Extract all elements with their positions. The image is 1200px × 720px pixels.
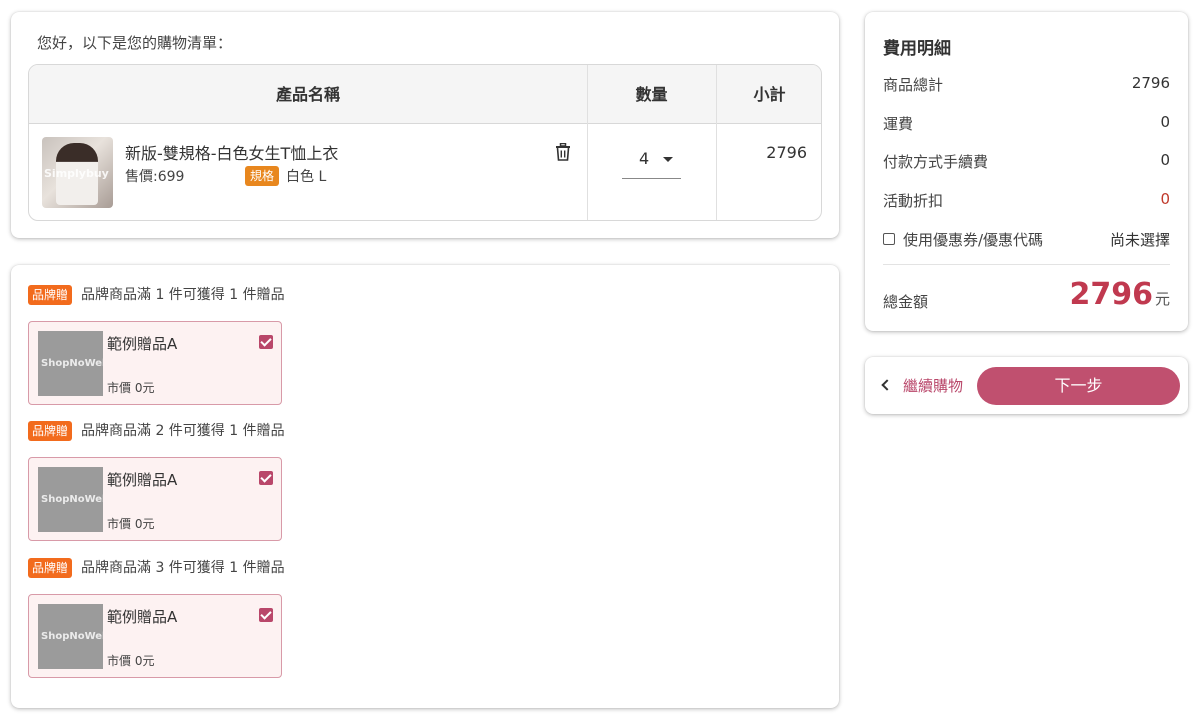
gift-market-price: 市價 0元 — [107, 654, 155, 668]
product-price: 售價:699 — [125, 169, 185, 185]
fee-label: 商品總計 — [883, 76, 944, 94]
cart-table: 產品名稱 數量 小計 Simplybuy 新版-雙規格-白色女生T恤上衣 售價:… — [28, 64, 822, 221]
item-subtotal: 2796 — [766, 143, 807, 162]
gift-image: ShopNoWeb — [38, 467, 103, 532]
fee-value: 0 — [1160, 151, 1170, 169]
gift-name: 範例贈品A — [107, 335, 178, 353]
cart-table-header: 產品名稱 數量 小計 — [29, 65, 821, 124]
gift-market-price: 市價 0元 — [107, 517, 155, 531]
fee-row-discount: 活動折扣 0 — [883, 190, 1170, 212]
fee-label: 活動折扣 — [883, 192, 944, 210]
gift-market-price: 市價 0元 — [107, 381, 155, 395]
gift-checkbox[interactable] — [259, 471, 273, 485]
spec-badge: 規格 — [245, 166, 280, 186]
fee-label: 運費 — [883, 115, 914, 133]
gift-item[interactable]: ShopNoWeb 範例贈品A 市價 0元 — [28, 321, 282, 405]
column-header-subtotal: 小計 — [753, 85, 786, 104]
cart-greeting: 您好，以下是您的購物清單： — [37, 34, 233, 52]
column-divider — [716, 65, 717, 220]
brand-gift-badge: 品牌贈 — [28, 558, 73, 578]
fee-label: 付款方式手續費 — [883, 153, 989, 171]
fee-value: 0 — [1160, 113, 1170, 131]
coupon-row[interactable]: 使用優惠券/優惠代碼 尚未選擇 — [883, 229, 1170, 251]
fee-summary-title: 費用明細 — [883, 39, 951, 59]
gift-name: 範例贈品A — [107, 471, 178, 489]
fee-row-product-total: 商品總計 2796 — [883, 74, 1170, 96]
summary-divider — [883, 264, 1170, 265]
coupon-status: 尚未選擇 — [1109, 231, 1170, 249]
gift-checkbox[interactable] — [259, 608, 273, 622]
column-header-name: 產品名稱 — [275, 85, 340, 104]
gift-card: 品牌贈 品牌商品滿 1 件可獲得 1 件贈品 ShopNoWeb 範例贈品A 市… — [11, 265, 839, 708]
coupon-checkbox[interactable] — [883, 233, 895, 245]
gift-checkbox[interactable] — [259, 335, 273, 349]
gift-image-watermark: ShopNoWeb — [41, 358, 103, 369]
fee-summary-card: 費用明細 商品總計 2796 運費 0 付款方式手續費 0 活動折扣 0 使用優… — [865, 12, 1188, 331]
total-unit: 元 — [1154, 290, 1170, 308]
fee-value: 0 — [1160, 190, 1170, 208]
gift-image-watermark: ShopNoWeb — [41, 494, 103, 505]
product-name[interactable]: 新版-雙規格-白色女生T恤上衣 — [125, 140, 338, 164]
quantity-select[interactable]: 4 — [622, 147, 681, 179]
gift-name: 範例贈品A — [107, 608, 178, 626]
total-value: 2796 — [1069, 277, 1153, 312]
checkout-actions-card: 繼續購物 下一步 — [865, 357, 1188, 414]
gift-rule: 品牌商品滿 3 件可獲得 1 件贈品 — [81, 560, 285, 576]
gift-item[interactable]: ShopNoWeb 範例贈品A 市價 0元 — [28, 594, 282, 678]
fee-row-payment-fee: 付款方式手續費 0 — [883, 151, 1170, 173]
gift-item[interactable]: ShopNoWeb 範例贈品A 市價 0元 — [28, 457, 282, 541]
gift-image-watermark: ShopNoWeb — [41, 631, 103, 642]
brand-gift-badge: 品牌贈 — [28, 421, 73, 441]
total-amount: 2796 元 — [1069, 277, 1170, 312]
brand-gift-badge: 品牌贈 — [28, 285, 73, 305]
total-label: 總金額 — [883, 293, 929, 311]
quantity-value: 4 — [639, 149, 650, 168]
trash-icon[interactable] — [555, 143, 571, 161]
chevron-left-icon — [881, 379, 893, 391]
next-step-button[interactable]: 下一步 — [977, 367, 1180, 405]
continue-shopping-label: 繼續購物 — [903, 377, 964, 395]
product-thumbnail[interactable]: Simplybuy — [42, 137, 113, 208]
gift-rule: 品牌商品滿 2 件可獲得 1 件贈品 — [81, 423, 285, 439]
column-divider — [587, 65, 588, 220]
spec-value: 白色 L — [286, 169, 327, 185]
gift-image: ShopNoWeb — [38, 331, 103, 396]
coupon-label[interactable]: 使用優惠券/優惠代碼 — [903, 229, 1043, 250]
cart-card: 您好，以下是您的購物清單： 產品名稱 數量 小計 Simplybuy 新版-雙規… — [11, 12, 839, 238]
gift-image: ShopNoWeb — [38, 604, 103, 669]
caret-down-icon — [663, 157, 673, 162]
fee-row-shipping: 運費 0 — [883, 113, 1170, 135]
column-header-qty: 數量 — [635, 85, 668, 104]
fee-value: 2796 — [1131, 74, 1170, 92]
gift-rule: 品牌商品滿 1 件可獲得 1 件贈品 — [81, 287, 285, 303]
product-thumbnail-watermark: Simplybuy — [44, 167, 109, 180]
